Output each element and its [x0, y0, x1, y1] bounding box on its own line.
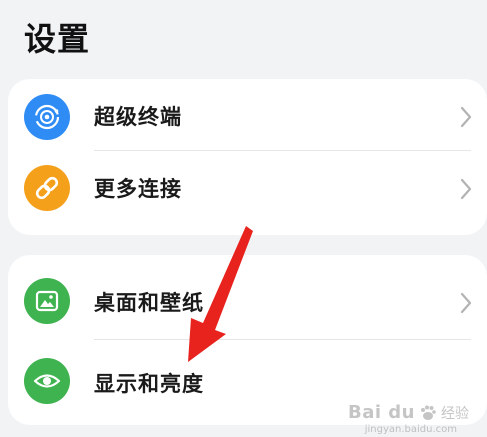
settings-item-label: 桌面和壁纸 [94, 291, 204, 315]
settings-item-more-connections[interactable]: 更多连接 [8, 151, 487, 227]
settings-group-display: 桌面和壁纸 显示和亮度 [8, 255, 487, 425]
watermark-sub: 经验 [441, 405, 469, 422]
link-icon [24, 165, 70, 211]
settings-item-super-device[interactable]: 超级终端 [8, 79, 487, 155]
watermark-url: jingyan.baidu.com [364, 424, 457, 435]
settings-group-connectivity: 超级终端 更多连接 [8, 79, 487, 235]
page-title: 设置 [24, 20, 91, 58]
settings-item-label: 超级终端 [94, 105, 182, 129]
eye-icon [24, 358, 70, 404]
super-device-icon [24, 94, 70, 140]
settings-item-label: 显示和亮度 [94, 372, 204, 396]
baidu-watermark: Bai du 经验 [348, 402, 469, 423]
settings-item-desktop-wallpaper[interactable]: 桌面和壁纸 [8, 263, 487, 339]
chevron-right-icon [460, 106, 472, 128]
divider [94, 339, 471, 340]
image-icon [24, 278, 70, 324]
watermark-brand: Bai du [347, 402, 415, 423]
chevron-right-icon [460, 292, 472, 314]
chevron-right-icon [460, 178, 472, 200]
settings-item-label: 更多连接 [94, 177, 182, 201]
paw-icon [421, 405, 436, 420]
